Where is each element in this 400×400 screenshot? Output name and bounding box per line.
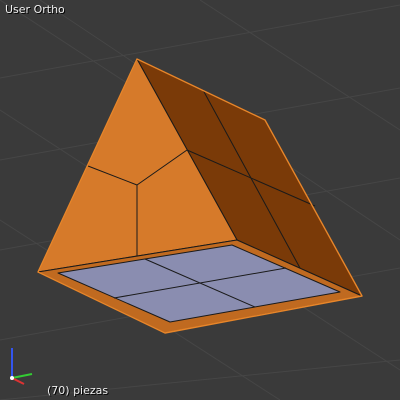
axis-gizmo — [10, 348, 33, 385]
y-axis-icon — [11, 373, 33, 379]
x-axis-icon — [11, 377, 25, 385]
mesh-object-piezas[interactable] — [37, 58, 363, 334]
active-object-label: (70) piezas — [47, 384, 109, 397]
view-mode-label: User Ortho — [5, 3, 65, 16]
3d-viewport[interactable]: User Ortho (70) piezas — [0, 0, 400, 400]
scene-canvas[interactable] — [0, 0, 400, 400]
gizmo-origin-icon — [10, 376, 14, 380]
